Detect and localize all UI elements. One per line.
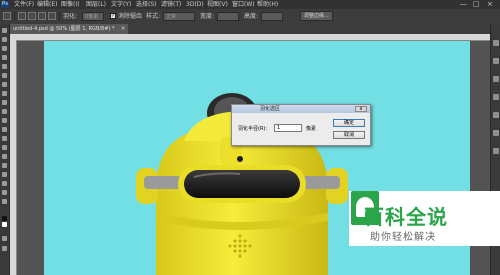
menu-help[interactable]: 帮助(H) — [257, 0, 278, 9]
style-label: 样式: — [146, 13, 161, 20]
marquee-tool-icon[interactable] — [2, 37, 7, 42]
paths-panel-icon[interactable] — [493, 148, 499, 154]
antialias-checkbox[interactable]: ✓ — [110, 13, 116, 19]
shape-tool-icon[interactable] — [2, 181, 7, 186]
height-label: 高度: — [244, 13, 259, 20]
menu-3d[interactable]: 3D(D) — [186, 0, 204, 9]
feather-label: 羽化: — [63, 13, 78, 20]
width-input[interactable] — [217, 12, 239, 21]
document-tab[interactable]: untitled-4.psd @ 50% (图层 1, RGB/8#) * × — [10, 24, 129, 34]
options-bar: 羽化: 0像素 ✓ 消除锯齿 样式: 正常 宽度: 高度: 调整边缘... — [0, 9, 500, 25]
feather-input[interactable]: 0像素 — [82, 12, 104, 21]
lasso-tool-icon[interactable] — [2, 46, 7, 51]
eyedropper-tool-icon[interactable] — [2, 73, 7, 78]
document-tab-label: untitled-4.psd @ 50% (图层 1, RGB/8#) * — [13, 26, 115, 32]
app-logo: Ps — [1, 1, 9, 8]
type-tool-icon[interactable] — [2, 163, 7, 168]
menu-bar: Ps 文件(F) 编辑(E) 图像(I) 图层(L) 文字(Y) 选择(S) 滤… — [0, 0, 500, 9]
feather-radius-unit: 像素 — [306, 126, 317, 132]
width-label: 宽度: — [200, 13, 215, 20]
path-select-tool-icon[interactable] — [2, 172, 7, 177]
move-tool-icon[interactable] — [2, 28, 7, 33]
antialias-label: 消除锯齿 — [118, 13, 143, 20]
style-select[interactable]: 正常 — [163, 12, 195, 21]
gradient-tool-icon[interactable] — [2, 127, 7, 132]
blur-tool-icon[interactable] — [2, 136, 7, 141]
dialog-close-button[interactable]: x — [355, 106, 367, 112]
watermark: 百科全说 助你轻松解决 — [349, 191, 500, 246]
close-tab-icon[interactable]: × — [120, 24, 125, 34]
stamp-tool-icon[interactable] — [2, 100, 7, 105]
dialog-title: 羽化选区 — [260, 106, 281, 112]
add-selection-icon[interactable] — [28, 12, 36, 20]
document-tab-bar: untitled-4.psd @ 50% (图层 1, RGB/8#) * × — [10, 24, 490, 34]
horizontal-ruler — [10, 34, 490, 41]
eraser-tool-icon[interactable] — [2, 118, 7, 123]
dialog-titlebar[interactable] — [232, 105, 370, 113]
crop-tool-icon[interactable] — [2, 64, 7, 69]
menu-filter[interactable]: 滤镜(T) — [161, 0, 181, 9]
feather-radius-input[interactable]: 1 — [274, 124, 302, 132]
menu-type[interactable]: 文字(Y) — [111, 0, 131, 9]
layers-panel-icon[interactable] — [493, 112, 499, 118]
foreground-color-swatch[interactable] — [2, 216, 7, 221]
marquee-tool-icon[interactable] — [3, 12, 11, 20]
screen-mode-icon[interactable] — [2, 246, 7, 251]
paragraph-panel-icon[interactable] — [493, 94, 499, 100]
feather-radius-label: 羽化半径(R): — [238, 126, 268, 132]
ok-button[interactable]: 确定 — [333, 119, 365, 127]
height-input[interactable] — [261, 12, 283, 21]
divider — [14, 12, 15, 21]
healing-tool-icon[interactable] — [2, 82, 7, 87]
menu-view[interactable]: 视图(V) — [207, 0, 228, 9]
watermark-subtitle: 助你轻松解决 — [370, 232, 436, 243]
close-window-button[interactable]: × — [487, 0, 493, 9]
background-color-swatch[interactable] — [2, 222, 7, 227]
properties-panel-icon[interactable] — [493, 58, 499, 64]
history-brush-tool-icon[interactable] — [2, 109, 7, 114]
brush-tool-icon[interactable] — [2, 91, 7, 96]
subtract-selection-icon[interactable] — [38, 12, 46, 20]
zoom-tool-icon[interactable] — [2, 199, 7, 204]
quick-mask-icon[interactable] — [2, 236, 7, 241]
history-panel-icon[interactable] — [493, 40, 499, 46]
robot-chest-dot — [237, 156, 243, 162]
menu-select[interactable]: 选择(S) — [136, 0, 157, 9]
channels-panel-icon[interactable] — [493, 130, 499, 136]
divider — [59, 12, 60, 21]
toolbox — [0, 24, 10, 275]
menu-window[interactable]: 窗口(W) — [232, 0, 255, 9]
cancel-button[interactable]: 取消 — [333, 131, 365, 139]
intersect-selection-icon[interactable] — [48, 12, 56, 20]
refine-edge-button[interactable]: 调整边缘... — [300, 11, 333, 21]
feather-selection-dialog: 羽化选区 x 羽化半径(R): 1 像素 确定 取消 — [231, 104, 371, 146]
robot-visor — [184, 170, 300, 198]
pen-tool-icon[interactable] — [2, 154, 7, 159]
quick-select-tool-icon[interactable] — [2, 55, 7, 60]
menu-layer[interactable]: 图层(L) — [86, 0, 106, 9]
vertical-ruler — [10, 40, 17, 275]
character-panel-icon[interactable] — [493, 76, 499, 82]
new-selection-icon[interactable] — [18, 12, 26, 20]
minimize-button[interactable]: — — [460, 0, 467, 9]
menu-image[interactable]: 图像(I) — [61, 0, 79, 9]
watermark-title: 百科全说 — [364, 205, 448, 229]
maximize-button[interactable]: □ — [473, 0, 480, 9]
dodge-tool-icon[interactable] — [2, 145, 7, 150]
menu-edit[interactable]: 编辑(E) — [37, 0, 57, 9]
hand-tool-icon[interactable] — [2, 190, 7, 195]
menu-file[interactable]: 文件(F) — [14, 0, 34, 9]
